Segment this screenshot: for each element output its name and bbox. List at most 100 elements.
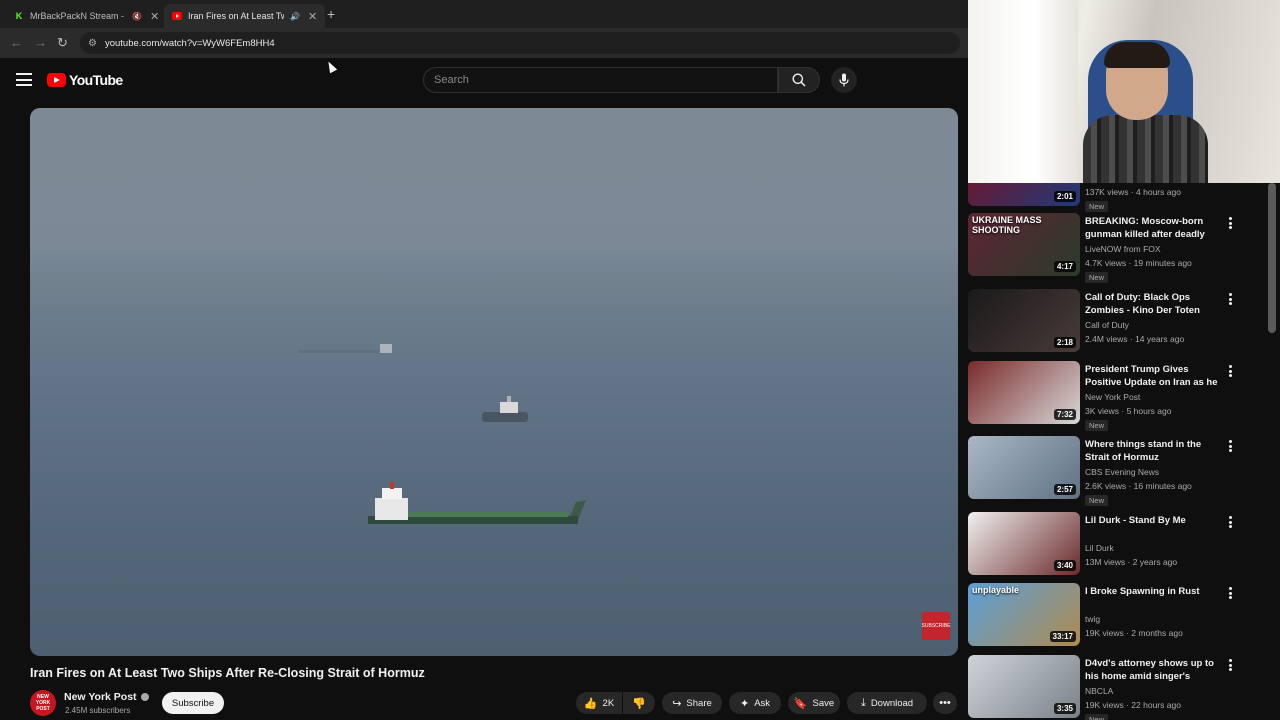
tab-youtube[interactable]: Iran Fires on At Least Two S 🔊 ✕	[164, 4, 326, 28]
video-thumbnail[interactable]: 3:35	[968, 655, 1080, 718]
search-placeholder: Search	[434, 74, 469, 86]
video-thumbnail[interactable]: unplayable 33:17	[968, 583, 1080, 646]
like-button[interactable]: 👍 2K	[576, 692, 622, 714]
channel-name[interactable]: New York Post	[64, 691, 149, 703]
duration-badge: 3:35	[1053, 703, 1076, 714]
video-thumbnail[interactable]: 2:57	[968, 436, 1080, 499]
audio-icon[interactable]: 🔊	[290, 12, 300, 21]
forward-icon[interactable]: →	[34, 35, 47, 50]
recommendation-title[interactable]: BREAKING: Moscow-born gunman killed afte…	[1085, 215, 1225, 242]
more-vertical-icon[interactable]	[1227, 440, 1233, 452]
recommendation-channel[interactable]: LiveNOW from FOX	[1085, 244, 1161, 254]
recommendation-item[interactable]: 2:01 137K views · 4 hours ago New	[968, 183, 1280, 215]
search-icon	[792, 73, 806, 87]
youtube-header: YouTube Search	[0, 58, 968, 104]
mute-icon[interactable]: 🔇	[132, 12, 142, 21]
duration-badge: 33:17	[1049, 631, 1076, 642]
recommendation-meta: 19K views · 22 hours ago	[1085, 700, 1181, 710]
recommendation-title[interactable]: I Broke Spawning in Rust	[1085, 585, 1225, 598]
video-thumbnail[interactable]: 7:32	[968, 361, 1080, 424]
more-vertical-icon[interactable]	[1227, 293, 1233, 305]
video-player[interactable]: SUBSCRIBE	[30, 108, 958, 656]
recommendation-item[interactable]: 3:35 D4vd's attorney shows up to his home…	[968, 655, 1280, 720]
recommendation-channel[interactable]: New York Post	[1085, 392, 1140, 402]
screen: K MrBackPackN Stream - Wa 🔇 ✕ Iran Fires…	[0, 0, 1280, 720]
more-vertical-icon[interactable]	[1227, 217, 1233, 229]
new-badge: New	[1085, 714, 1109, 720]
youtube-logo[interactable]: YouTube	[47, 72, 123, 88]
ask-label: Ask	[754, 697, 771, 709]
thumbnail-caption: unplayable	[972, 585, 1020, 595]
new-tab-button[interactable]: +	[327, 6, 335, 22]
recommendation-item[interactable]: unplayable 33:17 I Broke Spawning in Rust t…	[968, 583, 1280, 655]
url-field[interactable]: ⚙ youtube.com/watch?v=WyW6FEm8HH4	[80, 32, 960, 54]
recommendation-channel[interactable]: Lil Durk	[1085, 543, 1114, 553]
close-tab-icon[interactable]: ✕	[308, 10, 317, 23]
new-badge: New	[1085, 495, 1109, 506]
channel-avatar[interactable]: NEW YORK POST	[30, 690, 56, 716]
site-info-icon[interactable]: ⚙	[88, 38, 97, 49]
more-vertical-icon[interactable]	[1227, 659, 1233, 671]
recommendation-title[interactable]: President Trump Gives Positive Update on…	[1085, 363, 1225, 390]
duration-badge: 2:18	[1053, 337, 1076, 348]
tab-title: MrBackPackN Stream - Wa	[30, 11, 126, 21]
video-thumbnail[interactable]: 2:01	[968, 183, 1080, 206]
recommendation-title[interactable]: Where things stand in the Strait of Horm…	[1085, 438, 1225, 464]
hamburger-menu-icon[interactable]	[16, 73, 32, 86]
microphone-icon	[839, 73, 849, 87]
address-bar-row: ← → ↻ ⚙ youtube.com/watch?v=WyW6FEm8HH4	[0, 28, 968, 58]
more-vertical-icon[interactable]	[1227, 516, 1233, 528]
new-badge: New	[1085, 201, 1109, 212]
youtube-play-icon	[47, 73, 66, 87]
tab-title: Iran Fires on At Least Two S	[188, 11, 284, 21]
distant-ship	[298, 344, 392, 353]
recommendation-channel[interactable]: Call of Duty	[1085, 320, 1129, 330]
more-actions-button[interactable]: •••	[933, 692, 957, 714]
recommendation-item[interactable]: UKRAINE MASS SHOOTING 4:17 BREAKING: Mosco…	[968, 213, 1280, 285]
share-button[interactable]: ↪ Share	[662, 692, 722, 714]
video-thumbnail[interactable]: 3:40	[968, 512, 1080, 575]
dislike-button[interactable]: 👎	[623, 692, 655, 714]
more-vertical-icon[interactable]	[1227, 587, 1233, 599]
subscribe-button[interactable]: Subscribe	[162, 692, 224, 714]
share-icon: ↪	[672, 697, 682, 710]
recommendation-item[interactable]: 2:18 Call of Duty: Black Ops Zombies - Ki…	[968, 289, 1280, 361]
search-button[interactable]	[778, 67, 820, 93]
video-thumbnail[interactable]: UKRAINE MASS SHOOTING 4:17	[968, 213, 1080, 276]
recommendation-channel[interactable]: twig	[1085, 614, 1100, 624]
voice-search-button[interactable]	[831, 67, 857, 93]
ask-button[interactable]: ✦ Ask	[729, 692, 781, 714]
verified-icon	[140, 693, 149, 702]
recommendation-title[interactable]: Call of Duty: Black Ops Zombies - Kino D…	[1085, 291, 1225, 318]
download-label: Download	[870, 697, 914, 709]
recommendation-meta: 13M views · 2 years ago	[1085, 557, 1178, 567]
download-button[interactable]: ⤓ Download	[847, 692, 927, 714]
recommendation-channel[interactable]: NBCLA	[1085, 686, 1113, 696]
recommendation-item[interactable]: 2:57 Where things stand in the Strait of …	[968, 436, 1280, 508]
recommendation-channel[interactable]: CBS Evening News	[1085, 467, 1159, 477]
sparkle-icon: ✦	[739, 697, 750, 710]
save-button[interactable]: 🔖 Save	[788, 692, 840, 714]
window-blinds	[968, 0, 1078, 183]
recommendation-item[interactable]: 7:32 President Trump Gives Positive Updat…	[968, 361, 1280, 433]
bookmark-icon: 🔖	[793, 697, 808, 710]
save-label: Save	[812, 697, 835, 709]
near-ship	[368, 482, 586, 524]
recommendation-meta: 3K views · 5 hours ago	[1085, 406, 1172, 416]
streamer-hair	[1104, 42, 1170, 68]
thumbs-up-icon: 👍	[583, 697, 598, 710]
sidebar-scrollbar[interactable]	[1268, 183, 1276, 333]
video-thumbnail[interactable]: 2:18	[968, 289, 1080, 352]
recommendation-title[interactable]: Lil Durk - Stand By Me	[1085, 514, 1225, 527]
subscriber-count: 2.45M subscribers	[65, 706, 131, 715]
recommendation-title[interactable]: D4vd's attorney shows up to his home ami…	[1085, 657, 1225, 684]
back-icon[interactable]: ←	[10, 35, 23, 50]
recommendation-item[interactable]: 3:40 Lil Durk - Stand By Me Lil Durk 13M vi…	[968, 512, 1280, 584]
search-input[interactable]: Search	[423, 67, 778, 93]
subscribe-watermark[interactable]: SUBSCRIBE	[922, 612, 950, 640]
more-vertical-icon[interactable]	[1227, 365, 1233, 377]
close-tab-icon[interactable]: ✕	[150, 10, 159, 23]
duration-badge: 7:32	[1053, 409, 1076, 420]
tab-stream[interactable]: K MrBackPackN Stream - Wa 🔇 ✕	[6, 4, 167, 28]
reload-icon[interactable]: ↻	[57, 35, 68, 51]
